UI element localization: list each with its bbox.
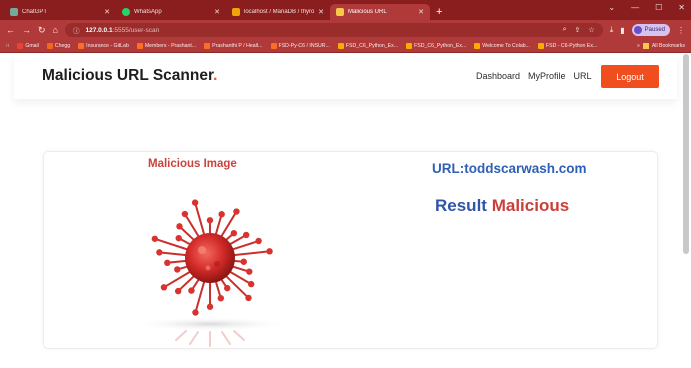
bookmark-item[interactable]: FSD - C6-Python Ex... bbox=[537, 43, 597, 49]
gitlab-icon bbox=[136, 43, 143, 49]
avatar bbox=[633, 26, 642, 34]
chevron-down-icon[interactable]: ⌄ bbox=[608, 3, 615, 12]
maximize-icon[interactable]: ☐ bbox=[655, 3, 662, 12]
page-content: Malicious URL Scanner. Dashboard MyProfi… bbox=[0, 54, 691, 368]
close-tab-icon[interactable]: ✕ bbox=[104, 8, 110, 16]
page-scrollbar[interactable] bbox=[683, 54, 689, 254]
tab-title: WhatsApp bbox=[134, 9, 162, 15]
bookmark-item[interactable]: Welcome To Colab... bbox=[474, 43, 530, 49]
minimize-icon[interactable]: — bbox=[631, 3, 639, 12]
result-value: Malicious bbox=[491, 196, 570, 215]
colab-icon bbox=[406, 43, 413, 49]
browser-tab-strip: ChatGPT ✕ WhatsApp ✕ localhost / MariaDB… bbox=[0, 0, 691, 20]
tab-whatsapp[interactable]: WhatsApp ✕ bbox=[116, 4, 226, 20]
virus-image bbox=[130, 199, 290, 347]
address-bar[interactable]: ⓘ 127.0.0.1:5555/user-scan ⌕ ⇪ ☆ bbox=[64, 23, 603, 37]
url-path: :5555/user-scan bbox=[112, 26, 160, 34]
bookmark-item[interactable]: FSD-Py-C6 / INSUR... bbox=[270, 43, 330, 49]
new-tab-button[interactable]: + bbox=[436, 4, 442, 20]
whatsapp-favicon-icon bbox=[122, 8, 130, 16]
back-icon[interactable]: ← bbox=[6, 25, 15, 35]
side-panel-icon[interactable]: ▮ bbox=[620, 26, 624, 35]
profile-status: Paused bbox=[644, 27, 665, 33]
gmail-icon bbox=[17, 43, 24, 49]
chatgpt-favicon-icon bbox=[10, 8, 18, 16]
home-icon[interactable]: ⌂ bbox=[53, 25, 58, 35]
tab-title: localhost / MariaDB / thyroid_d bbox=[244, 9, 315, 15]
gitlab-icon bbox=[78, 43, 85, 49]
all-bookmarks-button[interactable]: » All Bookmarks bbox=[637, 43, 685, 49]
chevron-right-icon: » bbox=[636, 43, 640, 49]
window-controls: ⌄ — ☐ ✕ bbox=[608, 3, 685, 12]
forward-icon[interactable]: → bbox=[22, 25, 31, 35]
site-info-icon[interactable]: ⓘ bbox=[73, 25, 80, 35]
colab-icon bbox=[474, 43, 481, 49]
colab-icon bbox=[337, 43, 344, 49]
bookmark-item[interactable]: Gmail bbox=[17, 43, 39, 49]
close-tab-icon[interactable]: ✕ bbox=[418, 8, 424, 16]
nav-url-link[interactable]: URL bbox=[574, 71, 592, 81]
malicious-image-title: Malicious Image bbox=[148, 158, 237, 170]
zoom-icon[interactable]: ⌕ bbox=[563, 26, 567, 34]
bookmark-star-icon[interactable]: ☆ bbox=[588, 26, 594, 34]
site-favicon-icon bbox=[336, 8, 344, 16]
nav-dashboard-link[interactable]: Dashboard bbox=[476, 71, 520, 81]
bookmark-item[interactable]: Prashanthi P / Healt... bbox=[204, 43, 263, 49]
download-icon[interactable]: ⤓ bbox=[610, 25, 614, 35]
tab-phpmyadmin[interactable]: localhost / MariaDB / thyroid_d ✕ bbox=[226, 4, 330, 20]
close-tab-icon[interactable]: ✕ bbox=[214, 8, 220, 16]
bookmark-item[interactable]: Members - Prashant... bbox=[136, 43, 196, 49]
logout-button[interactable]: Logout bbox=[601, 65, 659, 88]
url-host: 127.0.0.1 bbox=[85, 26, 113, 34]
tab-title: Malicious URL bbox=[348, 9, 387, 15]
close-window-icon[interactable]: ✕ bbox=[678, 3, 685, 12]
result-label: Result bbox=[435, 196, 487, 215]
phpmyadmin-favicon-icon bbox=[232, 8, 240, 16]
folder-icon bbox=[642, 43, 649, 49]
apps-icon[interactable]: ⁝⁝ bbox=[6, 43, 9, 49]
colab-icon bbox=[537, 43, 544, 49]
brand-logo[interactable]: Malicious URL Scanner. bbox=[42, 67, 217, 85]
gitlab-icon bbox=[204, 43, 211, 49]
scan-result-card: Malicious Image URL:toddscarwash.com Res… bbox=[43, 151, 658, 349]
bookmark-item[interactable]: FSD_C6_Python_Ex... bbox=[337, 43, 398, 49]
bookmark-item[interactable]: Insurance - GitLab bbox=[78, 43, 129, 49]
menu-icon[interactable]: ⋮ bbox=[677, 26, 685, 35]
reload-icon[interactable]: ↻ bbox=[38, 25, 46, 36]
scan-result: Result Malicious bbox=[435, 196, 569, 216]
gitlab-icon bbox=[270, 43, 277, 49]
profile-button[interactable]: Paused bbox=[631, 24, 670, 36]
chegg-icon bbox=[46, 43, 53, 49]
tab-title: ChatGPT bbox=[22, 9, 48, 15]
bookmark-item[interactable]: FSD_C6_Python_Ex... bbox=[406, 43, 466, 49]
share-icon[interactable]: ⇪ bbox=[575, 26, 581, 34]
scanned-url: URL:toddscarwash.com bbox=[432, 161, 587, 176]
site-navbar: Malicious URL Scanner. Dashboard MyProfi… bbox=[14, 54, 677, 99]
nav-myprofile-link[interactable]: MyProfile bbox=[528, 71, 566, 81]
nav-links: Dashboard MyProfile URL bbox=[476, 71, 592, 81]
bookmark-item[interactable]: Chegg bbox=[46, 43, 70, 49]
address-toolbar: ← → ↻ ⌂ ⓘ 127.0.0.1:5555/user-scan ⌕ ⇪ ☆… bbox=[0, 20, 691, 40]
tab-malicious-url[interactable]: Malicious URL ✕ bbox=[330, 4, 430, 20]
bookmarks-bar: ⁝⁝ Gmail Chegg Insurance - GitLab Member… bbox=[0, 40, 691, 53]
tab-chatgpt[interactable]: ChatGPT ✕ bbox=[4, 4, 116, 20]
close-tab-icon[interactable]: ✕ bbox=[318, 8, 324, 16]
